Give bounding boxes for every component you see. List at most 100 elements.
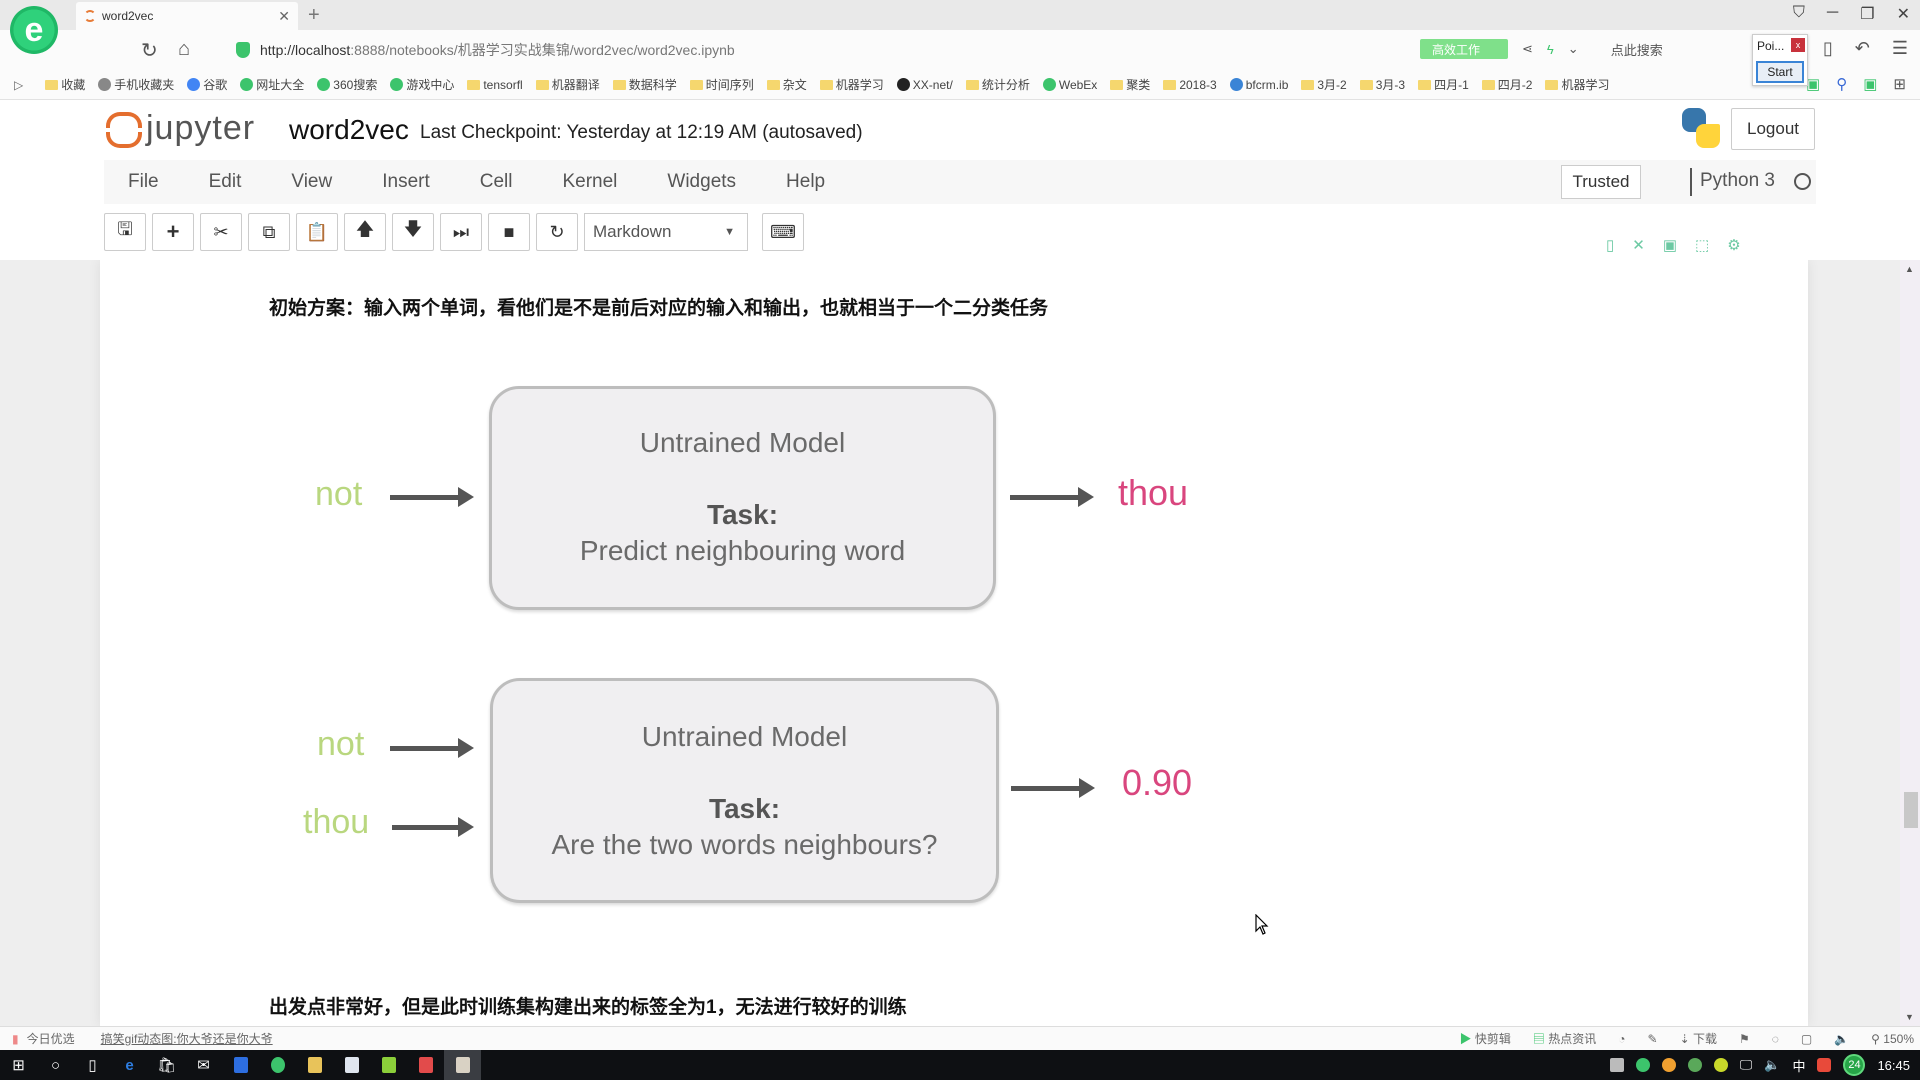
bookmark-item[interactable]: 360搜索 xyxy=(317,76,377,93)
tray-shield-icon[interactable] xyxy=(1687,1058,1702,1072)
bookmark-item[interactable]: 机器学习 xyxy=(819,76,884,93)
menu-widgets[interactable]: Widgets xyxy=(642,171,761,193)
tab-close-icon[interactable]: ✕ xyxy=(278,8,290,25)
store-icon[interactable]: 🛍 xyxy=(148,1050,185,1080)
save-button[interactable]: 🖫 xyxy=(104,213,146,251)
insert-cell-button[interactable]: + xyxy=(152,213,194,251)
copy-button[interactable]: ⧉ xyxy=(248,213,290,251)
flag-icon[interactable]: ⚑ xyxy=(1739,1032,1750,1046)
scroll-thumb[interactable] xyxy=(1904,792,1918,828)
ext-bookmark-icon[interactable]: ▯ xyxy=(1606,236,1614,254)
bookmark-item[interactable]: 网址大全 xyxy=(240,76,304,93)
bookmark-item[interactable]: 机器翻译 xyxy=(535,76,600,93)
new-tab-button[interactable]: + xyxy=(308,4,320,27)
menu-help[interactable]: Help xyxy=(761,171,850,193)
bookmark-item[interactable]: 数据科学 xyxy=(612,76,677,93)
paste-button[interactable]: 📋 xyxy=(296,213,338,251)
browser-green-icon[interactable] xyxy=(259,1050,296,1080)
search-box[interactable]: 点此搜索 xyxy=(1611,40,1663,59)
bookmark-item[interactable]: 聚类 xyxy=(1110,76,1150,93)
page-scrollbar[interactable]: ▲ ▼ xyxy=(1900,260,1920,1026)
bookmark-item[interactable]: bfcrm.ib xyxy=(1229,78,1288,92)
bookmark-item[interactable]: 收藏 xyxy=(45,76,85,93)
cell-type-select[interactable]: Markdown ▼ xyxy=(584,213,748,251)
hot-news-item[interactable]: ▤ 热点资讯 xyxy=(1533,1030,1596,1047)
lightning-icon[interactable]: ϟ xyxy=(1547,42,1554,57)
mail-icon[interactable]: ✉ xyxy=(185,1050,222,1080)
bookmark-item[interactable]: 游戏中心 xyxy=(390,76,454,93)
menu-view[interactable]: View xyxy=(266,171,357,193)
url-input[interactable]: http://localhost :8888/notebooks/机器学习实战集… xyxy=(236,38,1406,62)
menu-insert[interactable]: Insert xyxy=(357,171,455,193)
dropdown-chevron-icon[interactable]: ⌄ xyxy=(1568,41,1579,57)
interrupt-button[interactable]: ■ xyxy=(488,213,530,251)
kernel-name[interactable]: Python 3 xyxy=(1700,170,1775,192)
zoom-level[interactable]: ⚲ 150% xyxy=(1871,1032,1914,1046)
bookmark-item[interactable]: 杂文 xyxy=(766,76,807,93)
logout-button[interactable]: Logout xyxy=(1731,108,1815,150)
restore-icon[interactable]: ❐ xyxy=(1860,4,1874,24)
scroll-down-icon[interactable]: ▼ xyxy=(1905,1012,1914,1022)
file-explorer-icon[interactable] xyxy=(296,1050,333,1080)
windows-start-icon[interactable]: ⊞ xyxy=(0,1050,37,1080)
bookmark-item[interactable]: 机器学习 xyxy=(1545,76,1609,93)
tray-app-icon[interactable] xyxy=(1609,1058,1624,1072)
trusted-indicator[interactable]: Trusted xyxy=(1561,165,1641,199)
notification-badge[interactable]: 24 xyxy=(1843,1054,1866,1076)
app-red-icon[interactable] xyxy=(407,1050,444,1080)
bookmark-item[interactable]: tensorfl xyxy=(467,78,523,92)
sogou-icon[interactable] xyxy=(1817,1058,1832,1072)
run-button[interactable]: ⏭ xyxy=(440,213,482,251)
mobile-icon[interactable]: ▯ xyxy=(1823,38,1833,59)
menu-cell[interactable]: Cell xyxy=(455,171,538,193)
ext-icon-2[interactable]: ▣ xyxy=(1863,75,1877,93)
app-window-icon[interactable] xyxy=(333,1050,370,1080)
poi-start-button[interactable]: Start xyxy=(1756,61,1804,83)
ext-search-icon[interactable]: ⚲ xyxy=(1836,75,1847,93)
undo-icon[interactable]: ↶ xyxy=(1855,38,1870,59)
close-window-icon[interactable]: ✕ xyxy=(1897,4,1910,24)
sound-icon[interactable]: 🔈 xyxy=(1834,1032,1849,1046)
download-item[interactable]: ⇣ 下载 xyxy=(1680,1030,1717,1047)
ime-indicator[interactable]: 中 xyxy=(1792,1056,1805,1075)
move-down-button[interactable]: 🡇 xyxy=(392,213,434,251)
reload-icon[interactable]: ↻ xyxy=(141,38,158,63)
ext-settings-icon[interactable]: ⚙ xyxy=(1727,236,1740,254)
bookmark-item[interactable]: 谷歌 xyxy=(187,76,227,93)
tray-plus-icon[interactable] xyxy=(1713,1058,1728,1072)
bookmark-item[interactable]: 手机收藏夹 xyxy=(98,76,174,93)
bookmark-item[interactable]: 2018-3 xyxy=(1163,78,1217,92)
network-icon[interactable]: 🖵 xyxy=(1740,1057,1753,1073)
bookmark-item[interactable]: 时间序列 xyxy=(689,76,754,93)
tray-browser-icon[interactable] xyxy=(1635,1058,1650,1072)
cortana-icon[interactable]: ○ xyxy=(37,1050,74,1080)
menu-edit[interactable]: Edit xyxy=(184,171,267,193)
app-green-icon[interactable] xyxy=(370,1050,407,1080)
tray-qq-icon[interactable] xyxy=(1661,1058,1676,1072)
restart-button[interactable]: ↻ xyxy=(536,213,578,251)
skin-icon[interactable]: ⛉ xyxy=(1793,4,1805,24)
home-icon[interactable]: ⌂ xyxy=(178,38,190,61)
task-view-icon[interactable]: ▯ xyxy=(74,1050,111,1080)
menu-kernel[interactable]: Kernel xyxy=(537,171,642,193)
bookmark-item[interactable]: 四月-1 xyxy=(1418,76,1469,93)
bookmark-item[interactable]: WebEx xyxy=(1042,78,1097,92)
bookmark-item[interactable]: 3月-3 xyxy=(1359,76,1405,93)
bookmark-item[interactable]: 3月-2 xyxy=(1301,76,1347,93)
clock[interactable]: 16:45 xyxy=(1877,1058,1910,1073)
speed-icon[interactable]: ◔ xyxy=(1618,1032,1625,1046)
ext-shrink-icon[interactable]: ✕ xyxy=(1632,236,1645,254)
app-active-icon[interactable] xyxy=(444,1050,481,1080)
browser-tab-word2vec[interactable]: word2vec ✕ xyxy=(76,2,298,30)
bookmark-item[interactable]: 统计分析 xyxy=(965,76,1030,93)
menu-file[interactable]: File xyxy=(104,171,184,193)
today-pick[interactable]: 今日优选 xyxy=(27,1030,75,1047)
bookmark-item[interactable]: XX-net/ xyxy=(896,78,953,92)
tools-icon[interactable]: ✎ xyxy=(1648,1032,1658,1046)
window-icon[interactable]: ▢ xyxy=(1801,1032,1812,1046)
app-blue-icon[interactable] xyxy=(222,1050,259,1080)
clean-icon[interactable]: ◌ xyxy=(1772,1032,1779,1046)
cut-button[interactable]: ✂ xyxy=(200,213,242,251)
apps-grid-icon[interactable]: ⊞ xyxy=(1893,75,1906,93)
ext-icon-1[interactable]: ▣ xyxy=(1806,75,1820,93)
